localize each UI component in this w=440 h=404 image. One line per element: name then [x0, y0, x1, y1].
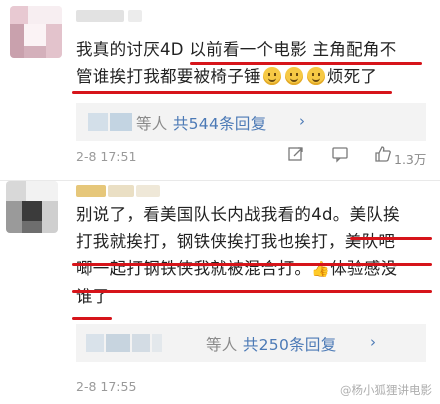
- highlight-underline: [72, 290, 432, 293]
- comment-2: 别说了，看美国队长内战我看的4d。美队挨 打我就挨打，钢铁侠挨打我也挨打，美队吧…: [0, 180, 440, 404]
- highlight-underline: [190, 62, 422, 65]
- timestamp: 2-8 17:55: [76, 379, 137, 394]
- reply-count-prefix: 等人: [136, 115, 168, 133]
- reply-avatar-blurred: [110, 113, 132, 131]
- reply-link[interactable]: 共544条回复: [173, 115, 267, 133]
- highlight-underline: [72, 317, 112, 320]
- username-blurred[interactable]: [76, 185, 106, 197]
- timestamp: 2-8 17:51: [76, 149, 137, 164]
- reply-link[interactable]: 共250条回复: [243, 336, 337, 354]
- comment-text: 别说了，看美国队长内战我看的4d。美队挨 打我就挨打，钢铁侠挨打我也挨打，美队吧…: [76, 205, 400, 306]
- smile-emoji-icon: [306, 67, 325, 85]
- smile-emoji-icon: [262, 67, 281, 85]
- reply-avatar-blurred: [132, 334, 150, 352]
- share-icon[interactable]: [287, 145, 305, 167]
- highlight-underline: [72, 263, 432, 266]
- avatar[interactable]: [10, 6, 62, 58]
- username-blurred: [136, 185, 160, 197]
- reply-summary[interactable]: 等人 共250条回复 ›: [76, 324, 426, 362]
- comment-icon[interactable]: [331, 145, 349, 167]
- reply-summary[interactable]: 等人 共544条回复 ›: [76, 103, 426, 141]
- reply-avatar-blurred: [106, 334, 130, 352]
- chevron-right-icon: ›: [299, 112, 305, 130]
- username-blurred: [128, 10, 142, 22]
- reply-count: 等人 共544条回复: [136, 112, 267, 134]
- highlight-underline: [350, 237, 432, 240]
- reply-avatar-blurred: [152, 334, 162, 352]
- avatar[interactable]: [6, 181, 58, 233]
- comment-1: 我真的讨厌4D 以前看一个电影 主角配角不 管谁挨打我都要被椅子锤 烦死了 等人 …: [0, 0, 440, 180]
- username-blurred: [108, 185, 134, 197]
- reply-count-prefix: 等人: [206, 336, 238, 354]
- reply-avatar-blurred: [86, 334, 104, 352]
- comment-meta: 2-8 17:51 1.3万: [76, 143, 428, 169]
- like-icon[interactable]: [374, 145, 392, 167]
- reply-avatar-blurred: [88, 113, 108, 131]
- reply-count: 等人 共250条回复: [206, 333, 337, 355]
- thumbs-up-emoji-icon: 👍: [311, 260, 331, 278]
- chevron-right-icon: ›: [370, 333, 376, 351]
- username-blurred[interactable]: [76, 10, 124, 22]
- watermark: @杨小狐狸讲电影: [340, 383, 432, 397]
- smile-emoji-icon: [284, 67, 303, 85]
- like-count: 1.3万: [394, 152, 427, 167]
- highlight-underline: [72, 91, 392, 94]
